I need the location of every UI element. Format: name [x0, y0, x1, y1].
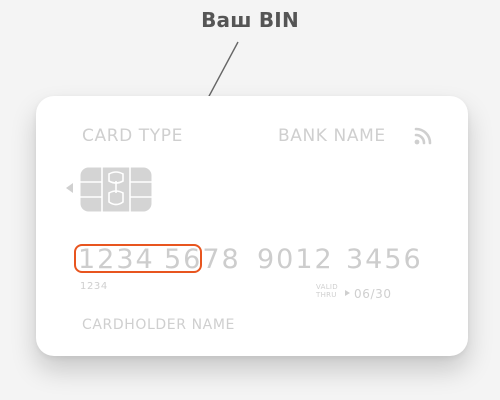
valid-thru-line-2: THRU: [316, 291, 337, 299]
chip-icon: [80, 167, 152, 212]
bank-name-label: BANK NAME: [278, 126, 386, 146]
valid-thru-label: VALID THRU: [316, 283, 338, 299]
contactless-icon: [414, 127, 432, 145]
card-number-group-4: 3456: [346, 244, 423, 275]
chip-arrow-icon: [66, 183, 73, 193]
valid-thru-arrow-icon: [345, 290, 350, 296]
bin-highlight-box: [74, 244, 202, 273]
credit-card: CARD TYPE BANK NAME 1234 5678 9012 3456 …: [36, 96, 468, 356]
expiry-date: 06/30: [354, 287, 392, 301]
valid-thru-line-1: VALID: [316, 283, 338, 291]
bin-caption: Ваш BIN: [201, 8, 299, 32]
card-type-label: CARD TYPE: [82, 126, 183, 146]
card-number-group-3: 9012: [257, 244, 334, 275]
cardholder-name: CARDHOLDER NAME: [82, 317, 235, 333]
card-small-number: 1234: [80, 281, 108, 292]
